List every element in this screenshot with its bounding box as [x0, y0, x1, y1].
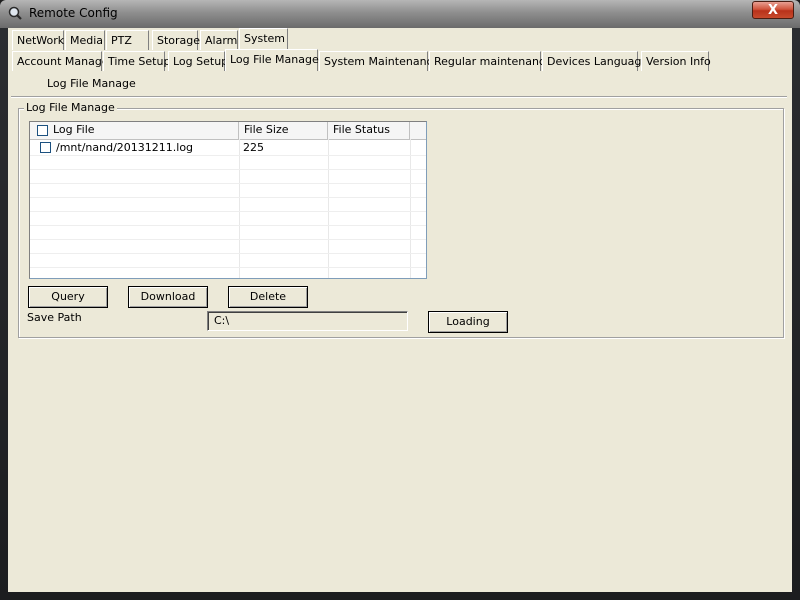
tab-storage[interactable]: Storage	[152, 30, 201, 50]
save-path-label: Save Path	[27, 311, 82, 324]
grid-line	[30, 183, 426, 184]
tab-label: System Maintenance	[324, 55, 440, 68]
tab-label: Account Manage	[17, 55, 109, 68]
tab-label: PTZ	[111, 34, 132, 47]
grid-line	[30, 169, 426, 170]
delete-button[interactable]: Delete	[228, 286, 308, 308]
tab-system-maintenance[interactable]: System Maintenance	[319, 51, 439, 71]
column-divider	[410, 139, 411, 278]
column-header-file-size[interactable]: File Size	[239, 122, 328, 139]
tab-version-info[interactable]: Version Info	[641, 51, 711, 71]
tab-label: Time Setup	[108, 55, 171, 68]
save-path-field[interactable]: C:\	[207, 311, 408, 331]
tab-label: Devices Language	[547, 55, 649, 68]
title-bar[interactable]: Remote Config X	[0, 0, 800, 28]
grid-line	[30, 267, 426, 268]
groupbox-title: Log File Manage	[24, 101, 117, 114]
grid-line	[30, 225, 426, 226]
tab-system[interactable]: System	[239, 28, 288, 50]
close-button[interactable]: X	[752, 1, 794, 19]
tab-log-setup[interactable]: Log Setup	[168, 51, 229, 71]
tab-label: Log File Manage	[230, 53, 319, 66]
download-button[interactable]: Download	[128, 286, 208, 308]
section-title: Log File Manage	[47, 77, 136, 90]
tab-label: NetWork	[17, 34, 65, 47]
tab-network[interactable]: NetWork	[12, 30, 64, 50]
tab-label: Media	[70, 34, 104, 47]
log-file-list[interactable]: Log File File Size File Status /mnt/nand…	[29, 121, 427, 279]
tab-label: Version Info	[646, 55, 711, 68]
list-header: Log File File Size File Status	[30, 122, 426, 140]
tab-label: Storage	[157, 34, 201, 47]
magnifier-icon	[8, 6, 22, 20]
cell-file-size: 225	[243, 141, 264, 154]
divider	[11, 96, 787, 98]
loading-button[interactable]: Loading	[428, 311, 508, 333]
tab-media[interactable]: Media	[65, 30, 105, 50]
tab-time-setup[interactable]: Time Setup	[103, 51, 170, 71]
tab-alarm[interactable]: Alarm	[200, 30, 238, 50]
tab-account-manage[interactable]: Account Manage	[12, 51, 109, 71]
tab-ptz[interactable]: PTZ	[106, 30, 149, 50]
tab-label: Log Setup	[173, 55, 229, 68]
row-checkbox[interactable]	[40, 142, 51, 153]
grid-line	[30, 211, 426, 212]
column-header-file-status[interactable]: File Status	[328, 122, 410, 139]
client-area: NetWork Media PTZ Storage Alarm System A…	[8, 28, 792, 592]
close-icon: X	[767, 3, 779, 18]
grid-line	[30, 155, 426, 156]
column-divider	[239, 139, 240, 278]
query-button[interactable]: Query	[28, 286, 108, 308]
tab-devices-language[interactable]: Devices Language	[542, 51, 648, 71]
grid-line	[30, 239, 426, 240]
tab-label: Regular maintenance	[434, 55, 552, 68]
grid-line	[30, 253, 426, 254]
cell-log-file: /mnt/nand/20131211.log	[56, 141, 194, 154]
tab-label: Alarm	[205, 34, 238, 47]
grid-line	[30, 197, 426, 198]
window-title: Remote Config	[29, 6, 118, 20]
tab-log-file-manage[interactable]: Log File Manage	[225, 49, 319, 71]
tab-label: System	[244, 32, 286, 45]
tab-regular-maintenance[interactable]: Regular maintenance	[429, 51, 552, 71]
remote-config-window: Remote Config X NetWork Media PTZ Storag…	[0, 0, 800, 600]
column-header-log-file[interactable]: Log File	[30, 122, 239, 139]
column-divider	[328, 139, 329, 278]
